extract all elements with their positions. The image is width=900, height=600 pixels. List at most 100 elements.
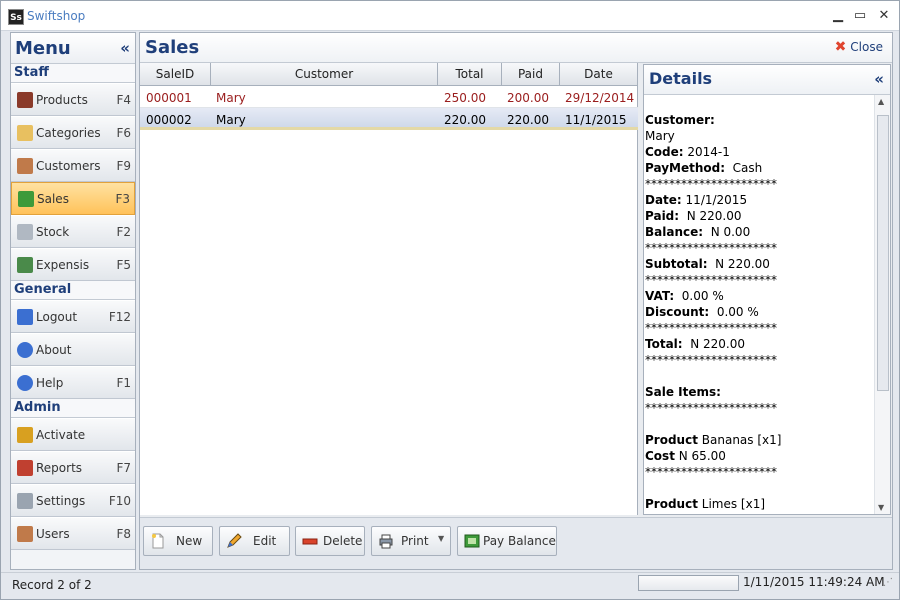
- menu-item-label: Logout: [36, 310, 78, 324]
- menu-item-activate[interactable]: Activate: [11, 418, 135, 451]
- status-datetime: 1/11/2015 11:49:24 AM: [743, 575, 885, 589]
- minimize-button[interactable]: ▁: [827, 7, 849, 25]
- action-toolbar: New Edit Delete Print ▼ Pay Balance: [140, 517, 892, 569]
- details-line: Product Bananas [x1]: [645, 432, 875, 448]
- menu-item-label: Reports: [36, 461, 83, 475]
- details-value: **********************: [645, 353, 777, 367]
- details-value: 2014-1: [683, 145, 730, 159]
- table-cell-paid: 200.00: [507, 91, 549, 105]
- chevron-down-icon[interactable]: ▼: [438, 534, 444, 543]
- pay-balance-button[interactable]: Pay Balance: [457, 526, 557, 556]
- stock-icon: [17, 224, 33, 240]
- details-line: Mary: [645, 128, 875, 144]
- grid-header: SaleID Customer Total Paid Date: [140, 63, 638, 86]
- details-header: Details «: [644, 65, 890, 95]
- menu-item-label: Products: [36, 93, 88, 107]
- help-icon: [17, 375, 33, 391]
- menu-item-reports[interactable]: Reports F7: [11, 451, 135, 484]
- menu-item-users[interactable]: Users F8: [11, 517, 135, 550]
- new-label: New: [176, 534, 203, 548]
- folder-icon: [17, 125, 33, 141]
- column-header-saleid[interactable]: SaleID: [140, 63, 211, 86]
- reports-icon: [17, 460, 33, 476]
- delete-label: Delete: [323, 534, 363, 548]
- menu-item-shortcut: F4: [116, 93, 131, 107]
- menu-item-help[interactable]: Help F1: [11, 366, 135, 399]
- column-header-customer[interactable]: Customer: [211, 63, 438, 86]
- details-key: Date:: [645, 193, 682, 207]
- details-line: Total: N 220.00: [645, 336, 875, 352]
- menu-item-sales[interactable]: Sales F3: [11, 182, 135, 215]
- table-cell-total: 250.00: [444, 91, 486, 105]
- delete-button[interactable]: Delete: [295, 526, 365, 556]
- edit-button[interactable]: Edit: [219, 526, 290, 556]
- table-cell-date: 11/1/2015: [565, 113, 627, 127]
- details-line: **********************: [645, 240, 875, 256]
- menu-item-about[interactable]: About: [11, 333, 135, 366]
- details-key: Paid:: [645, 209, 680, 223]
- column-header-total[interactable]: Total: [438, 63, 502, 86]
- details-line: Cost N 20.00: [645, 512, 875, 514]
- details-value: 0.00 %: [674, 289, 724, 303]
- table-cell-paid: 220.00: [507, 113, 549, 127]
- print-button[interactable]: Print ▼: [371, 526, 451, 556]
- details-line: **********************: [645, 352, 875, 368]
- close-button[interactable]: ✖ Close: [835, 39, 883, 55]
- products-icon: [17, 92, 33, 108]
- column-header-date[interactable]: Date: [560, 63, 638, 86]
- details-value: 11/1/2015: [681, 193, 748, 207]
- key-icon: [17, 427, 33, 443]
- details-line: [645, 416, 875, 432]
- details-collapse-button[interactable]: «: [874, 70, 884, 88]
- maximize-button[interactable]: ▭: [849, 7, 871, 25]
- menu-item-products[interactable]: Products F4: [11, 83, 135, 116]
- sales-icon: [18, 191, 34, 207]
- new-button[interactable]: New: [143, 526, 213, 556]
- details-key: Customer:: [645, 113, 715, 127]
- details-line: Discount: 0.00 %: [645, 304, 875, 320]
- details-line: Balance: N 0.00: [645, 224, 875, 240]
- column-header-paid[interactable]: Paid: [502, 63, 560, 86]
- details-key: Discount:: [645, 305, 710, 319]
- table-row[interactable]: 000001 Mary 250.00 200.00 29/12/2014: [140, 86, 638, 108]
- menu-item-shortcut: F9: [116, 159, 131, 173]
- details-key: PayMethod:: [645, 161, 726, 175]
- details-value: N 220.00: [682, 337, 746, 351]
- sales-header: Sales ✖ Close: [140, 33, 892, 63]
- sales-grid[interactable]: SaleID Customer Total Paid Date 000001 Ma…: [140, 63, 638, 515]
- details-value: **********************: [645, 321, 777, 335]
- title-bar[interactable]: Ss Swiftshop ▁ ▭ ✕: [1, 1, 899, 31]
- details-line: PayMethod: Cash: [645, 160, 875, 176]
- window-close-button[interactable]: ✕: [873, 7, 895, 25]
- menu-item-expensis[interactable]: Expensis F5: [11, 248, 135, 281]
- logout-icon: [17, 309, 33, 325]
- details-line: Date: 11/1/2015: [645, 192, 875, 208]
- menu-item-settings[interactable]: Settings F10: [11, 484, 135, 517]
- menu-item-logout[interactable]: Logout F12: [11, 300, 135, 333]
- menu-item-shortcut: F5: [116, 258, 131, 272]
- menu-item-stock[interactable]: Stock F2: [11, 215, 135, 248]
- scroll-thumb[interactable]: [877, 115, 889, 391]
- app-window: Ss Swiftshop ▁ ▭ ✕ Menu « Staff Products F…: [0, 0, 900, 600]
- pencil-icon: [227, 533, 242, 548]
- table-cell-total: 220.00: [444, 113, 486, 127]
- scroll-down-icon[interactable]: ▼: [878, 503, 884, 512]
- details-value: N 220.00: [707, 257, 770, 271]
- menu-item-customers[interactable]: Customers F9: [11, 149, 135, 182]
- window-title: Swiftshop: [27, 9, 86, 23]
- new-document-icon: [152, 533, 164, 549]
- details-value: **********************: [645, 177, 777, 191]
- table-row[interactable]: 000002 Mary 220.00 220.00 11/1/2015: [140, 108, 638, 130]
- details-scrollbar[interactable]: ▲ ▼: [874, 95, 890, 514]
- details-line: **********************: [645, 464, 875, 480]
- scroll-up-icon[interactable]: ▲: [878, 97, 884, 106]
- details-line: **********************: [645, 176, 875, 192]
- customers-icon: [17, 158, 33, 174]
- menu-collapse-button[interactable]: «: [120, 39, 130, 57]
- resize-grip-icon[interactable]: ⋰: [883, 577, 893, 588]
- menu-item-label: Settings: [36, 494, 86, 508]
- close-label: Close: [850, 40, 883, 54]
- details-title: Details: [649, 69, 713, 88]
- menu-item-shortcut: F7: [116, 461, 131, 475]
- menu-item-categories[interactable]: Categories F6: [11, 116, 135, 149]
